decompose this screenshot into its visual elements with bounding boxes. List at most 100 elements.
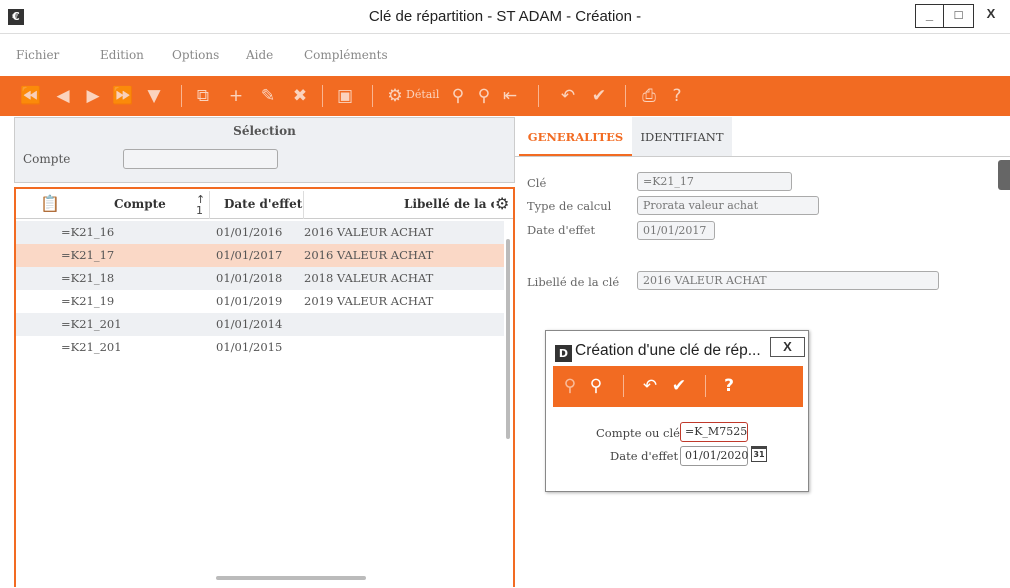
last-record-icon[interactable]: ⏩	[112, 86, 134, 106]
records-table: 📋 Compte ↑1 Date d'effet Libellé de la c…	[14, 187, 515, 587]
date-effet-label: Date d'effet	[527, 223, 596, 237]
menu-fichier[interactable]: Fichier	[16, 48, 59, 62]
table-row-selected[interactable]: =K21_17 01/01/2017 2016 VALEUR ACHAT	[16, 244, 504, 267]
menu-bar: Fichier Edition Options Aide Compléments	[0, 44, 1010, 68]
cell-compte: =K21_201	[61, 340, 122, 354]
type-calcul-field[interactable]: Prorata valeur achat	[637, 196, 819, 215]
cell-date: 01/01/2018	[216, 271, 283, 285]
delete-icon[interactable]: ✖	[289, 86, 311, 106]
cell-date: 01/01/2017	[216, 248, 283, 262]
duplicate-icon[interactable]: ⧉	[192, 86, 214, 106]
toolbar-separator	[625, 85, 626, 107]
back-to-start-icon[interactable]: ⇤	[499, 86, 521, 106]
detail-tabs: GENERALITES IDENTIFIANT	[519, 117, 1010, 157]
close-button[interactable]: X	[974, 4, 1008, 28]
search-plus-icon[interactable]: ⚲	[585, 376, 607, 396]
table-row[interactable]: =K21_201 01/01/2015	[16, 336, 504, 359]
print-icon[interactable]: ⎙	[638, 86, 660, 106]
settings-gear-icon[interactable]: ⚙	[495, 194, 509, 213]
vertical-scroll-thumb[interactable]	[506, 239, 510, 439]
cell-date: 01/01/2016	[216, 225, 283, 239]
previous-record-icon[interactable]: ◀	[52, 86, 74, 106]
search-plus-icon[interactable]: ⚲	[473, 86, 495, 106]
menu-complements[interactable]: Compléments	[304, 48, 388, 62]
title-bar: € Clé de répartition - ST ADAM - Créatio…	[0, 0, 1010, 34]
cell-date: 01/01/2015	[216, 340, 283, 354]
undo-icon[interactable]: ↶	[557, 86, 579, 106]
search-icon[interactable]: ⚲	[447, 86, 469, 106]
dialog-compte-label: Compte ou clé	[596, 426, 680, 440]
minimize-button[interactable]: _	[915, 4, 944, 28]
toolbar-separator	[705, 375, 706, 397]
dialog-toolbar: ⚲ ⚲ ↶ ✔ ?	[553, 366, 803, 407]
cle-field[interactable]: =K21_17	[637, 172, 792, 191]
selection-box: Sélection Compte	[14, 117, 515, 183]
dialog-date-label: Date d'effet	[610, 449, 679, 463]
dialog-date-input[interactable]: 01/01/2020	[680, 446, 748, 466]
header-libelle[interactable]: Libellé de la clé	[404, 197, 494, 211]
cell-compte: =K21_16	[61, 225, 115, 239]
calendar-icon[interactable]: 31	[751, 446, 767, 462]
help-icon[interactable]: ?	[718, 376, 740, 396]
create-key-dialog: D Création d'une clé de rép... X ⚲ ⚲ ↶ ✔…	[545, 330, 809, 492]
dialog-close-button[interactable]: X	[770, 337, 805, 357]
first-record-icon[interactable]: ⏪	[20, 86, 42, 106]
undo-icon[interactable]: ↶	[639, 376, 661, 396]
cell-compte: =K21_17	[61, 248, 115, 262]
cell-libelle: 2019 VALEUR ACHAT	[304, 294, 434, 308]
validate-check-icon[interactable]: ✔	[668, 376, 690, 396]
date-effet-field[interactable]: 01/01/2017	[637, 221, 715, 240]
next-record-icon[interactable]: ▶	[82, 86, 104, 106]
cell-libelle: 2016 VALEUR ACHAT	[304, 225, 434, 239]
cell-date: 01/01/2014	[216, 317, 283, 331]
cell-compte: =K21_18	[61, 271, 115, 285]
export-icon[interactable]: ▣	[334, 86, 356, 106]
cell-compte: =K21_19	[61, 294, 115, 308]
cell-libelle: 2016 VALEUR ACHAT	[304, 248, 434, 262]
dialog-title: Création d'une clé de rép...	[575, 342, 761, 359]
toolbar-separator	[538, 85, 539, 107]
horizontal-scroll-thumb[interactable]	[216, 576, 366, 580]
menu-options[interactable]: Options	[172, 48, 219, 62]
add-icon[interactable]: +	[225, 86, 247, 106]
clipboard-icon[interactable]: 📋	[40, 194, 60, 213]
vertical-scrollbar[interactable]	[504, 219, 513, 584]
libelle-label: Libellé de la clé	[527, 275, 620, 289]
libelle-field[interactable]: 2016 VALEUR ACHAT	[637, 271, 939, 290]
window-title: Clé de répartition - ST ADAM - Création …	[368, 8, 642, 25]
help-icon[interactable]: ?	[666, 86, 688, 106]
validate-check-icon[interactable]: ✔	[588, 86, 610, 106]
cell-libelle: 2018 VALEUR ACHAT	[304, 271, 434, 285]
selection-compte-input[interactable]	[123, 149, 278, 169]
maximize-button[interactable]: □	[944, 4, 974, 28]
toolbar-separator	[623, 375, 624, 397]
detail-gear-icon[interactable]: ⚙	[384, 86, 406, 106]
selection-compte-label: Compte	[23, 152, 71, 166]
column-divider	[209, 191, 210, 219]
tab-identifiant[interactable]: IDENTIFIANT	[632, 117, 732, 157]
toolbar-separator	[181, 85, 182, 107]
menu-edition[interactable]: Edition	[100, 48, 144, 62]
side-panel-toggle[interactable]	[998, 160, 1010, 190]
dialog-compte-input[interactable]: =K_M7525	[680, 422, 748, 442]
cell-compte: =K21_201	[61, 317, 122, 331]
type-calcul-label: Type de calcul	[527, 199, 612, 213]
header-libelle-clip: Libellé de la clé	[384, 191, 494, 217]
detail-label[interactable]: Détail	[406, 88, 439, 101]
toolbar-separator	[322, 85, 323, 107]
table-row[interactable]: =K21_18 01/01/2018 2018 VALEUR ACHAT	[16, 267, 504, 290]
table-row[interactable]: =K21_201 01/01/2014	[16, 313, 504, 336]
edit-pencil-icon[interactable]: ✎	[257, 86, 279, 106]
filter-icon[interactable]: ▼	[143, 86, 165, 106]
left-panel: Sélection Compte 📋 Compte ↑ 1 Date d'effe…	[14, 117, 515, 587]
sort-icon[interactable]: ↑ 1	[196, 194, 205, 216]
table-row[interactable]: =K21_16 01/01/2016 2016 VALEUR ACHAT	[16, 221, 504, 244]
menu-aide[interactable]: Aide	[246, 48, 273, 62]
table-header: 📋 Compte ↑1 Date d'effet Libellé de la c…	[16, 191, 513, 219]
header-compte[interactable]: Compte	[114, 197, 166, 211]
header-date[interactable]: Date d'effet	[224, 197, 302, 211]
tab-generalites[interactable]: GENERALITES	[519, 117, 632, 157]
search-icon[interactable]: ⚲	[559, 376, 581, 396]
table-row[interactable]: =K21_19 01/01/2019 2019 VALEUR ACHAT	[16, 290, 504, 313]
cell-date: 01/01/2019	[216, 294, 283, 308]
